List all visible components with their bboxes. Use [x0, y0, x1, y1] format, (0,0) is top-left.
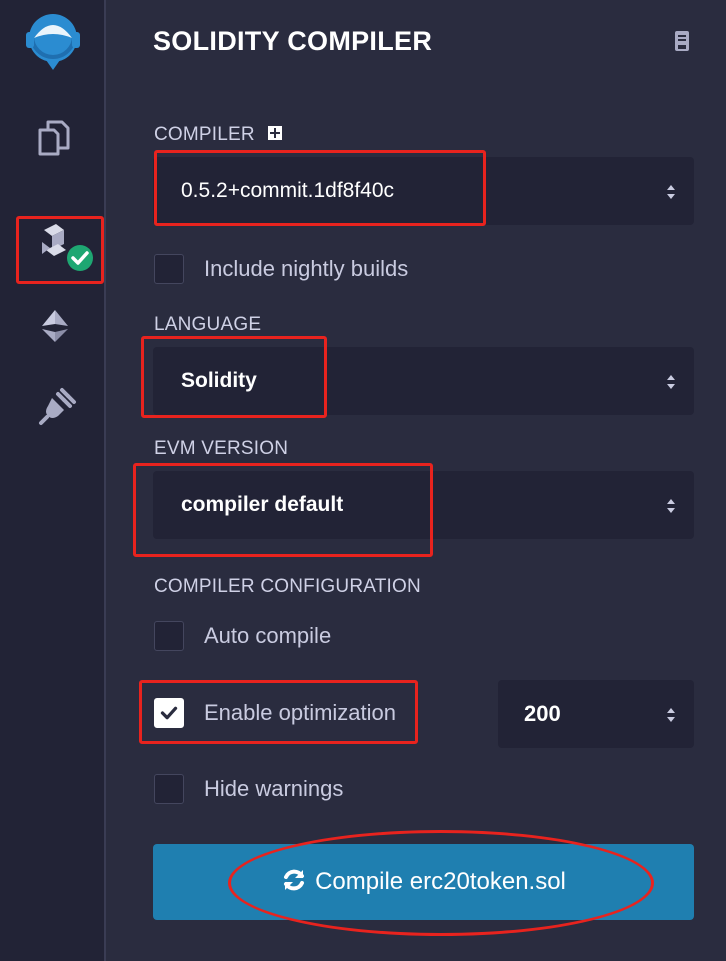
compiler-version-select[interactable]: 0.5.2+commit.1df8f40c: [153, 157, 694, 225]
select-arrows-icon: [667, 185, 675, 199]
enable-optimization-checkbox[interactable]: [154, 698, 184, 728]
enable-optimization-label: Enable optimization: [204, 700, 397, 725]
documentation-icon[interactable]: [674, 30, 690, 52]
language-select[interactable]: Solidity: [153, 347, 694, 415]
auto-compile-label: Auto compile: [204, 623, 332, 648]
language-label: LANGUAGE: [154, 314, 262, 335]
evm-version-value: compiler default: [181, 493, 344, 516]
select-arrows-icon: [667, 499, 675, 513]
evm-version-select[interactable]: compiler default: [153, 471, 694, 539]
checkmark-icon: [160, 706, 178, 720]
remix-logo-icon[interactable]: [20, 8, 86, 74]
icon-rail: [6, 0, 106, 961]
optimization-runs-value: 200: [524, 701, 561, 726]
compile-button-label: Compile erc20token.sol: [315, 868, 566, 895]
compiler-configuration-label: COMPILER CONFIGURATION: [154, 576, 421, 597]
hide-warnings-label: Hide warnings: [204, 776, 344, 801]
compiler-label: COMPILER: [154, 124, 283, 146]
compiler-panel: SOLIDITY COMPILER COMPILER 0.5.2+commit.…: [106, 0, 726, 961]
compiler-version-value: 0.5.2+commit.1df8f40c: [181, 179, 395, 202]
deploy-run-icon[interactable]: [38, 308, 72, 344]
app-window: SOLIDITY COMPILER COMPILER 0.5.2+commit.…: [0, 0, 726, 961]
solidity-compiler-icon[interactable]: [36, 222, 96, 274]
language-value: Solidity: [181, 369, 257, 392]
plugin-manager-icon[interactable]: [38, 386, 78, 426]
compile-button[interactable]: Compile erc20token.sol: [153, 844, 694, 920]
hide-warnings-checkbox[interactable]: [154, 774, 184, 804]
evm-version-label: EVM VERSION: [154, 438, 289, 459]
file-explorer-icon[interactable]: [36, 118, 70, 158]
select-arrows-icon: [667, 375, 675, 389]
auto-compile-checkbox[interactable]: [154, 621, 184, 651]
nightly-builds-label: Include nightly builds: [204, 256, 409, 281]
nightly-builds-checkbox[interactable]: [154, 254, 184, 284]
optimization-runs-input[interactable]: 200: [498, 680, 694, 748]
panel-title: SOLIDITY COMPILER: [153, 26, 433, 56]
refresh-icon: [284, 869, 305, 891]
stepper-arrows-icon[interactable]: [665, 706, 677, 724]
add-compiler-icon[interactable]: [268, 126, 283, 140]
